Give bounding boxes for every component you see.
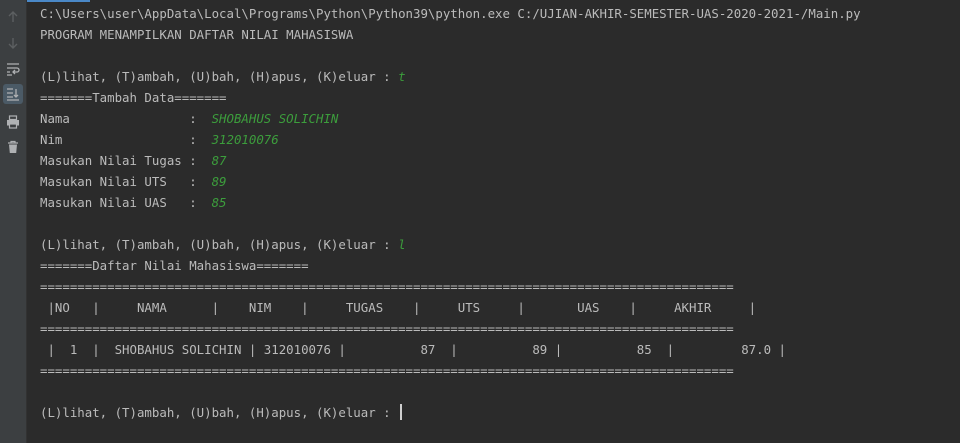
user-input-text: l: [398, 237, 406, 252]
console-line: =======Tambah Data=======: [40, 87, 960, 108]
scroll-to-end-icon[interactable]: [3, 84, 23, 104]
console-line: ========================================…: [40, 360, 960, 381]
console-line: Masukan Nilai UAS : 85: [40, 192, 960, 213]
console-line: Nim : 312010076: [40, 129, 960, 150]
output-text: (L)lihat, (T)ambah, (U)bah, (H)apus, (K)…: [40, 405, 399, 420]
console-line: (L)lihat, (T)ambah, (U)bah, (H)apus, (K)…: [40, 234, 960, 255]
console-line: ========================================…: [40, 318, 960, 339]
output-text: |NO | NAMA | NIM | TUGAS | UTS | UAS | A…: [40, 300, 757, 315]
console-line: C:\Users\user\AppData\Local\Programs\Pyt…: [40, 3, 960, 24]
output-text: | 1 | SHOBAHUS SOLICHIN | 312010076 | 87…: [40, 342, 786, 357]
text-cursor: [400, 404, 402, 420]
user-input-text: 87: [211, 153, 227, 168]
user-input-text: SHOBAHUS SOLICHIN: [211, 111, 339, 126]
output-text: Masukan Nilai Tugas :: [40, 153, 212, 168]
console-output[interactable]: C:\Users\user\AppData\Local\Programs\Pyt…: [40, 3, 960, 423]
output-text: =======Daftar Nilai Mahasiswa=======: [40, 258, 309, 273]
output-text: ========================================…: [40, 363, 734, 378]
trash-icon[interactable]: [3, 137, 23, 157]
user-input-text: 85: [211, 195, 227, 210]
console-line: (L)lihat, (T)ambah, (U)bah, (H)apus, (K)…: [40, 402, 960, 423]
run-console-window: C:\Users\user\AppData\Local\Programs\Pyt…: [0, 0, 960, 443]
console-line: =======Daftar Nilai Mahasiswa=======: [40, 255, 960, 276]
user-input-text: t: [398, 69, 406, 84]
console-toolbar: [0, 0, 27, 443]
console-line: (L)lihat, (T)ambah, (U)bah, (H)apus, (K)…: [40, 66, 960, 87]
output-text: PROGRAM MENAMPILKAN DAFTAR NILAI MAHASIS…: [40, 27, 354, 42]
console-line: Nama : SHOBAHUS SOLICHIN: [40, 108, 960, 129]
output-text: Masukan Nilai UAS :: [40, 195, 212, 210]
console-line: |NO | NAMA | NIM | TUGAS | UTS | UAS | A…: [40, 297, 960, 318]
console-line: ========================================…: [40, 276, 960, 297]
console-line: | 1 | SHOBAHUS SOLICHIN | 312010076 | 87…: [40, 339, 960, 360]
console-line: PROGRAM MENAMPILKAN DAFTAR NILAI MAHASIS…: [40, 24, 960, 45]
output-text: Nama :: [40, 111, 212, 126]
user-input-text: 89: [211, 174, 227, 189]
arrow-up-icon[interactable]: [3, 7, 23, 27]
soft-wrap-icon[interactable]: [3, 59, 23, 79]
output-text: =======Tambah Data=======: [40, 90, 227, 105]
print-icon[interactable]: [3, 112, 23, 132]
output-text: (L)lihat, (T)ambah, (U)bah, (H)apus, (K)…: [40, 237, 399, 252]
console-line: Masukan Nilai UTS : 89: [40, 171, 960, 192]
user-input-text: 312010076: [211, 132, 279, 147]
output-text: Masukan Nilai UTS :: [40, 174, 212, 189]
output-text: ========================================…: [40, 279, 734, 294]
output-text: ========================================…: [40, 321, 734, 336]
output-text: Nim :: [40, 132, 212, 147]
arrow-down-icon[interactable]: [3, 33, 23, 53]
console-line: Masukan Nilai Tugas : 87: [40, 150, 960, 171]
output-text: (L)lihat, (T)ambah, (U)bah, (H)apus, (K)…: [40, 69, 399, 84]
output-text: C:\Users\user\AppData\Local\Programs\Pyt…: [40, 6, 861, 21]
